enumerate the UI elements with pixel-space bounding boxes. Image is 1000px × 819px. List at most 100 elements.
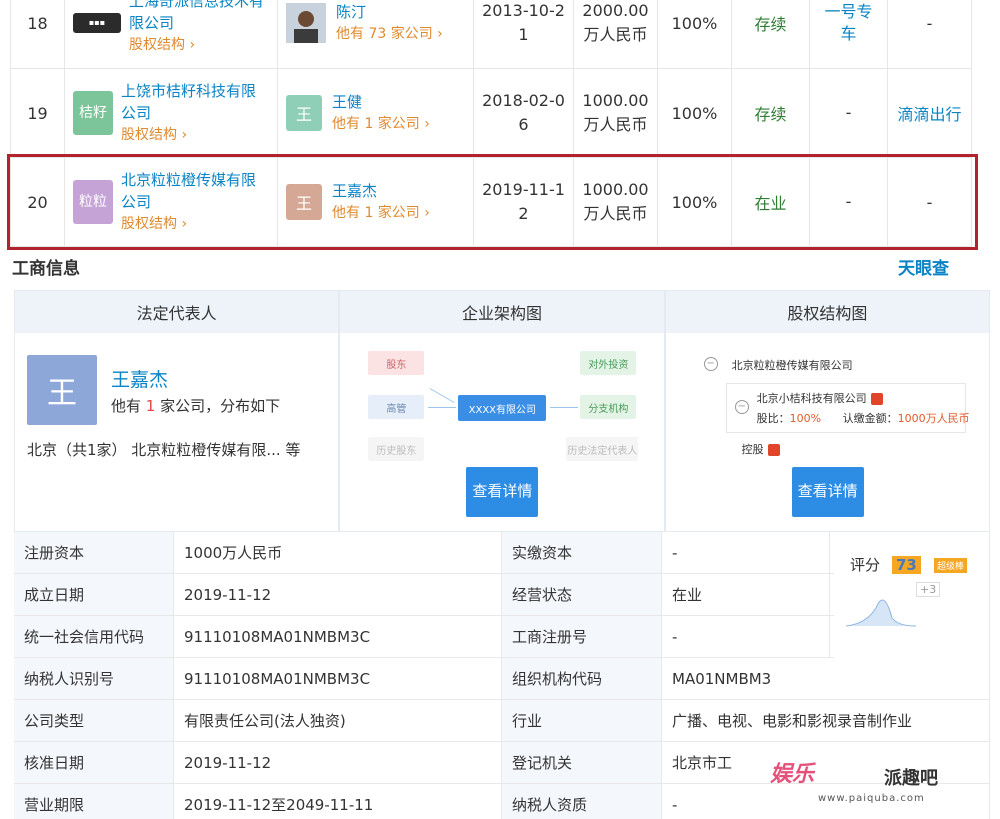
capital-cell: 1000.00 万人民币: [574, 158, 658, 246]
avatar: 王: [27, 355, 97, 425]
holder-badge-icon: [870, 393, 883, 405]
field-label: 行业: [502, 700, 662, 741]
section-title: 工商信息: [12, 259, 80, 279]
company-logo: 桔籽: [73, 91, 113, 135]
field-value: 有限责任公司(法人独资): [174, 700, 502, 741]
field-value: 北京市工: [662, 742, 990, 783]
person-companies-link[interactable]: 他有 1 家公司 ›: [332, 113, 430, 135]
field-value: -: [662, 616, 830, 657]
equity-ratio: 股比：100%: [757, 410, 821, 426]
table-row: 20 粒粒 北京粒粒橙传媒有限 公司 股权结构 › 王 王嘉杰 他有 1 家公司…: [10, 158, 972, 247]
org-arrow: [428, 407, 457, 408]
company-name-line2[interactable]: 限公司: [129, 12, 264, 34]
field-value: 91110108MA01NMBM3C: [174, 658, 502, 699]
row-index: 19: [10, 69, 65, 157]
brand-cell: 一号专 车: [810, 0, 888, 68]
product-link[interactable]: 滴滴出行: [888, 69, 972, 157]
equity-amount: 认缴金额：1000万人民币: [843, 410, 970, 426]
company-name[interactable]: 上饶市桔籽科技有限: [121, 80, 256, 102]
control-label: 控股: [741, 443, 764, 456]
date-cell: 2013-10-2 1: [474, 0, 574, 68]
capital-cell: 2000.00 万人民币: [574, 0, 658, 68]
ratio-cell: 100%: [658, 0, 732, 68]
watermark-name: 派趣吧: [884, 768, 938, 789]
person-name[interactable]: 王健: [332, 91, 430, 113]
person-name[interactable]: 陈汀: [336, 1, 443, 23]
brand-link-line2[interactable]: 车: [840, 23, 856, 45]
capital-unit: 万人民币: [583, 115, 648, 134]
company-name-line2[interactable]: 公司: [121, 191, 256, 213]
ratio-label: 股比：: [756, 412, 790, 425]
field-label: 统一社会信用代码: [14, 616, 174, 657]
legal-rep-desc: 他有 1 家公司，分布如下: [111, 395, 280, 416]
brand-cell: -: [810, 158, 888, 246]
collapse-icon[interactable]: −: [734, 400, 749, 414]
equity-structure-link[interactable]: 股权结构 ›: [129, 34, 264, 56]
equity-holder-card: − 北京小桔科技有限公司 股比：100% 认缴金额：1000万人民币: [725, 383, 970, 433]
equity-root: 北京粒粒橙传媒有限公司: [731, 359, 853, 372]
collapse-icon[interactable]: −: [703, 357, 718, 371]
legal-rep-name[interactable]: 王嘉杰: [111, 365, 168, 392]
table-row: 18 ▪▪▪ 上海奇派信息技术有 限公司 股权结构 › 陈汀 他有 73 家公司…: [10, 0, 972, 69]
org-former-rep-box: 历史法定代表人: [566, 437, 639, 461]
field-label: 成立日期: [14, 574, 174, 615]
org-arrow: [429, 388, 455, 403]
field-value: 2019-11-12至2049-11-11: [174, 784, 502, 819]
company-count: 1: [145, 397, 156, 415]
org-arrow: [550, 407, 579, 408]
legal-rep-location[interactable]: 北京（共1家） 北京粒粒橙传媒有限... 等: [27, 439, 300, 460]
field-label: 组织机构代码: [502, 658, 662, 699]
score-trend-icon: [846, 599, 916, 627]
date-text-line2: 6: [518, 115, 529, 134]
date-text: 2013-10-2: [482, 1, 565, 20]
date-text-line2: 1: [518, 25, 529, 44]
equity-structure-link[interactable]: 股权结构 ›: [121, 124, 256, 146]
company-name[interactable]: 上海奇派信息技术有: [129, 0, 264, 12]
holder-name[interactable]: 北京小桔科技有限公司: [757, 392, 867, 405]
field-label: 经营状态: [502, 574, 662, 615]
org-chart-panel: 企业架构图 股东 高管 历史股东 XXXX有限公司 对外投资 分支机构 历史法定…: [339, 290, 665, 532]
equity-structure-link[interactable]: 股权结构 ›: [121, 213, 256, 235]
person-cell: 王 王健 他有 1 家公司 ›: [278, 69, 474, 157]
company-name-line2[interactable]: 公司: [121, 102, 256, 124]
legal-rep-panel: 法定代表人 王 王嘉杰 他有 1 家公司，分布如下 北京（共1家） 北京粒粒橙传…: [14, 290, 340, 532]
capital-amount: 1000.00: [582, 180, 649, 199]
score-cell[interactable]: 评分 73 超级棒 +3: [834, 532, 990, 658]
company-logo: ▪▪▪: [73, 13, 121, 33]
brand-link[interactable]: 一号专: [824, 1, 872, 23]
field-value: -: [662, 532, 830, 573]
capital-unit: 万人民币: [583, 25, 648, 44]
field-label: 实缴资本: [502, 532, 662, 573]
field-value: 2019-11-12: [174, 742, 502, 783]
company-logo: 粒粒: [73, 180, 113, 224]
org-branch-box: 分支机构: [580, 395, 637, 419]
ratio-value: 100%: [789, 412, 822, 425]
view-detail-button[interactable]: 查看详情: [466, 467, 539, 517]
date-text: 2018-02-0: [482, 91, 565, 110]
org-shareholder-box: 股东: [368, 351, 425, 375]
product-cell: -: [888, 0, 972, 68]
company-name[interactable]: 北京粒粒橙传媒有限: [121, 169, 256, 191]
field-value: 2019-11-12: [174, 574, 502, 615]
amount-value: 1000万人民币: [897, 412, 970, 425]
panel-header: 法定代表人: [15, 291, 339, 333]
field-label: 核准日期: [14, 742, 174, 783]
table-row: 核准日期 2019-11-12 登记机关 北京市工: [14, 742, 990, 784]
org-center-box: XXXX有限公司: [458, 395, 547, 421]
field-label: 营业期限: [14, 784, 174, 819]
person-name[interactable]: 王嘉杰: [332, 180, 430, 202]
org-investment-box: 对外投资: [580, 351, 637, 375]
status-badge: 在业: [732, 158, 810, 246]
score-value: 73: [892, 556, 921, 574]
brand-cell: -: [810, 69, 888, 157]
field-label: 纳税人识别号: [14, 658, 174, 699]
field-value: 1000万人民币: [174, 532, 502, 573]
person-companies-link[interactable]: 他有 73 家公司 ›: [336, 23, 443, 45]
org-executive-box: 高管: [368, 395, 425, 419]
person-companies-link[interactable]: 他有 1 家公司 ›: [332, 202, 430, 224]
view-detail-button[interactable]: 查看详情: [791, 467, 864, 517]
avatar: 王: [286, 95, 322, 131]
equity-holder: 北京小桔科技有限公司: [757, 390, 883, 406]
avatar: [286, 3, 326, 43]
equity-chart-panel: 股权结构图 − 北京粒粒橙传媒有限公司 − 北京小桔科技有限公司 股比：100%…: [664, 290, 990, 532]
